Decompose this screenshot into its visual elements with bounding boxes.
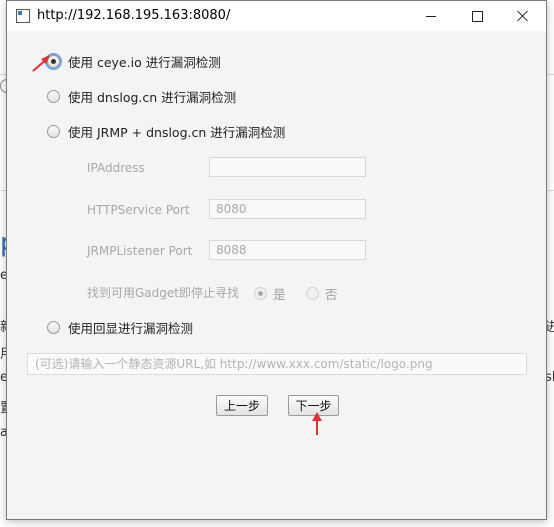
stop-no-option[interactable]: 否 [306, 284, 338, 303]
option-echo[interactable]: 使用回显进行漏洞检测 [47, 318, 193, 337]
close-icon [517, 10, 529, 22]
option-jrmp[interactable]: 使用 JRMP + dnslog.cn 进行漏洞检测 [47, 122, 285, 141]
static-resource-url-field[interactable]: (可选)请输入一个静态资源URL,如 http://www.xxx.com/st… [27, 353, 527, 375]
annotation-arrow-icon [32, 55, 50, 72]
maximize-icon [471, 10, 483, 22]
maximize-button[interactable] [454, 1, 500, 31]
radio-dnslog[interactable] [47, 90, 60, 103]
listener-port-label: JRMPListener Port [87, 244, 193, 258]
radio-jrmp[interactable] [47, 125, 60, 138]
option-dnslog[interactable]: 使用 dnslog.cn 进行漏洞检测 [47, 87, 236, 106]
stop-on-gadget-label: 找到可用Gadget即停止寻找 [87, 286, 239, 300]
radio-echo[interactable] [47, 321, 60, 334]
stop-yes-label: 是 [273, 287, 286, 302]
previous-button[interactable]: 上一步 [216, 395, 268, 416]
listener-port-field[interactable]: 8088 [209, 240, 366, 260]
stop-yes-option[interactable]: 是 [254, 284, 286, 303]
close-button[interactable] [500, 1, 546, 31]
option-ceye[interactable]: 使用 ceye.io 进行漏洞检测 [47, 52, 221, 71]
http-port-label: HTTPService Port [87, 203, 190, 217]
stop-no-label: 否 [325, 287, 338, 302]
option-dnslog-label: 使用 dnslog.cn 进行漏洞检测 [68, 90, 237, 105]
radio-stop-yes[interactable] [254, 287, 267, 300]
ip-address-label: IPAddress [87, 161, 145, 175]
option-echo-label: 使用回显进行漏洞检测 [68, 321, 194, 336]
minimize-button[interactable] [408, 1, 454, 31]
minimize-icon [426, 15, 436, 17]
detection-dialog: http://192.168.195.163:8080/ 使用 ceye.io … [6, 0, 547, 520]
ip-address-field[interactable] [209, 157, 366, 177]
window-title: http://192.168.195.163:8080/ [37, 8, 231, 23]
radio-stop-no[interactable] [306, 287, 319, 300]
http-port-field[interactable]: 8080 [209, 199, 366, 219]
app-icon [16, 9, 30, 23]
title-bar: http://192.168.195.163:8080/ [7, 1, 546, 31]
dialog-content: 使用 ceye.io 进行漏洞检测 使用 dnslog.cn 进行漏洞检测 使用… [7, 31, 546, 519]
option-jrmp-label: 使用 JRMP + dnslog.cn 进行漏洞检测 [68, 125, 286, 140]
option-ceye-label: 使用 ceye.io 进行漏洞检测 [68, 55, 221, 70]
annotation-arrow-icon [312, 412, 322, 435]
